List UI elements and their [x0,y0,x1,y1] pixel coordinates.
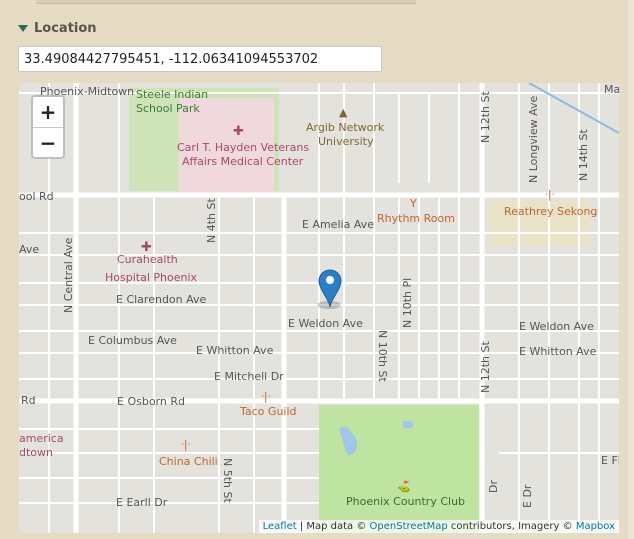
label-e-dr: E Dr [521,484,534,508]
location-section-toggle[interactable]: Location [18,18,97,38]
label-mitchell: E Mitchell Dr [214,370,284,383]
label-n12th-bottom: N 12th St [479,341,492,393]
label-earll: E Earll Dr [116,496,168,509]
restaurant-icon-3: ᐧ|ᐧ [181,438,191,451]
label-n5th: N 5th St [221,458,234,503]
label-ma: Ma [604,83,619,96]
hospital-cross-icon: ✚ [233,124,244,139]
zoom-in-button[interactable]: + [33,97,63,128]
right-edge [628,0,634,539]
label-weldon-right: E Weldon Ave [519,320,594,333]
label-america-2: dtown [19,446,53,459]
label-steele-park-1: Steele Indian [136,88,208,101]
mapbox-link[interactable]: Mapbox [576,521,615,532]
label-argib-2: University [318,135,374,148]
label-rd-left: Rd [21,394,36,407]
label-longview: N Longview Ave [527,95,540,183]
previous-section-edge [36,0,416,4]
label-va-1: Carl T. Hayden Veterans [177,141,309,154]
label-clarendon: E Clarendon Ave [116,293,207,306]
label-curahealth-2: Hospital Phoenix [105,271,198,284]
attrib-text-1: | Map data © [296,521,370,532]
map-attribution: Leaflet | Map data © OpenStreetMap contr… [258,520,619,533]
label-columbus: E Columbus Ave [88,334,177,347]
label-n10th-pl: N 10th Pl [401,278,414,328]
section-title: Location [34,20,97,36]
label-n12th-top: N 12th St [479,91,492,143]
label-n-central: N Central Ave [62,237,75,313]
label-whitton-right: E Whitton Ave [519,345,597,358]
attrib-text-2: contributors, Imagery © [447,521,576,532]
map-view[interactable]: Phoenix-Midtown Steele Indian School Par… [19,83,619,533]
hospital-cross-icon-2: ✚ [141,240,152,255]
map-tiles: Phoenix-Midtown Steele Indian School Par… [19,83,619,533]
label-n10th: N 10th St [376,330,389,382]
label-pool-rd: ool Rd [19,190,54,203]
golf-icon: ⛳ [397,480,411,493]
label-steele-park-2: School Park [136,102,200,115]
label-taco-guild: Taco Guild [239,405,297,418]
label-ave-left: Ave [19,243,39,256]
coordinates-input[interactable] [18,46,382,72]
label-amelia: E Amelia Ave [302,218,374,231]
zoom-control: + − [31,95,65,159]
label-rhythm-room: Rhythm Room [377,212,455,225]
osm-link[interactable]: OpenStreetMap [370,521,448,532]
restaurant-icon-2: ᐧ|ᐧ [261,390,271,403]
label-e-fl: E Fl [601,454,619,467]
label-weldon: E Weldon Ave [288,317,363,330]
label-country-club: Phoenix Country Club [346,495,465,508]
label-china-chili: China Chili [159,455,218,468]
zoom-out-button[interactable]: − [33,128,63,158]
label-dr: Dr [487,480,500,493]
country-club-area [319,405,479,533]
label-argib-1: Argib Network [306,121,385,134]
label-osborn: E Osborn Rd [117,395,185,408]
restaurant-icon: ᐧ|ᐧ [545,188,555,201]
label-reathrey: Reathrey Sekong [504,205,597,218]
triangle-down-icon [18,24,28,32]
leaflet-link[interactable]: Leaflet [263,521,297,532]
label-america-1: america [19,432,64,445]
school-icon: ▲ [339,106,348,119]
bar-icon: Y [409,197,417,210]
label-n4th: N 4th St [205,198,218,243]
label-n14th: N 14th St [577,129,590,181]
map-pin-icon[interactable] [317,269,342,309]
label-va-2: Affairs Medical Center [182,155,304,168]
label-whitton: E Whitton Ave [196,344,274,357]
